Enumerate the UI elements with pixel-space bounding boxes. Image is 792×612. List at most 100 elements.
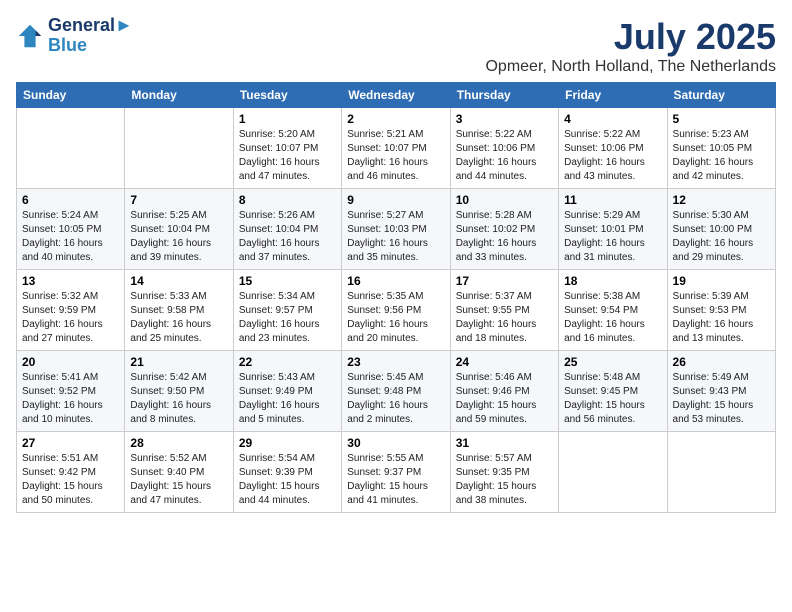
day-detail: Sunrise: 5:26 AM Sunset: 10:04 PM Daylig… xyxy=(239,209,336,265)
logo-text: General► Blue xyxy=(48,16,133,56)
weekday-tuesday: Tuesday xyxy=(233,83,341,108)
day-cell: 11 Sunrise: 5:29 AM Sunset: 10:01 PM Dayl… xyxy=(559,189,667,270)
day-number: 28 xyxy=(130,436,227,450)
day-number: 31 xyxy=(456,436,553,450)
week-row-2: 13Sunrise: 5:32 AM Sunset: 9:59 PM Dayli… xyxy=(17,270,776,351)
day-number: 2 xyxy=(347,112,444,126)
day-number: 26 xyxy=(673,355,770,369)
day-number: 30 xyxy=(347,436,444,450)
day-cell: 14Sunrise: 5:33 AM Sunset: 9:58 PM Dayli… xyxy=(125,270,233,351)
day-cell: 28 Sunrise: 5:52 AM Sunset: 9:40 PM Dayli… xyxy=(125,432,233,513)
day-detail: Sunrise: 5:28 AM Sunset: 10:02 PM Daylig… xyxy=(456,209,553,265)
calendar-body: 1 Sunrise: 5:20 AM Sunset: 10:07 PM Dayli… xyxy=(17,108,776,513)
day-cell: 9 Sunrise: 5:27 AM Sunset: 10:03 PM Dayli… xyxy=(342,189,450,270)
day-cell: 4 Sunrise: 5:22 AM Sunset: 10:06 PM Dayli… xyxy=(559,108,667,189)
week-row-4: 27 Sunrise: 5:51 AM Sunset: 9:42 PM Dayli… xyxy=(17,432,776,513)
day-number: 8 xyxy=(239,193,336,207)
day-number: 15 xyxy=(239,274,336,288)
day-cell: 24Sunrise: 5:46 AM Sunset: 9:46 PM Dayli… xyxy=(450,351,558,432)
day-cell: 10Sunrise: 5:28 AM Sunset: 10:02 PM Dayl… xyxy=(450,189,558,270)
day-number: 20 xyxy=(22,355,119,369)
weekday-thursday: Thursday xyxy=(450,83,558,108)
weekday-friday: Friday xyxy=(559,83,667,108)
weekday-monday: Monday xyxy=(125,83,233,108)
day-detail: Sunrise: 5:25 AM Sunset: 10:04 PM Daylig… xyxy=(130,209,227,265)
day-number: 25 xyxy=(564,355,661,369)
day-detail: Sunrise: 5:30 AM Sunset: 10:00 PM Daylig… xyxy=(673,209,770,265)
day-number: 12 xyxy=(673,193,770,207)
day-cell: 6 Sunrise: 5:24 AM Sunset: 10:05 PM Dayli… xyxy=(17,189,125,270)
day-detail: Sunrise: 5:20 AM Sunset: 10:07 PM Daylig… xyxy=(239,128,336,184)
day-detail: Sunrise: 5:27 AM Sunset: 10:03 PM Daylig… xyxy=(347,209,444,265)
day-detail: Sunrise: 5:55 AM Sunset: 9:37 PM Dayligh… xyxy=(347,452,444,508)
day-detail: Sunrise: 5:54 AM Sunset: 9:39 PM Dayligh… xyxy=(239,452,336,508)
day-cell xyxy=(125,108,233,189)
day-cell: 25Sunrise: 5:48 AM Sunset: 9:45 PM Dayli… xyxy=(559,351,667,432)
day-cell: 3 Sunrise: 5:22 AM Sunset: 10:06 PM Dayli… xyxy=(450,108,558,189)
day-number: 27 xyxy=(22,436,119,450)
day-cell: 12 Sunrise: 5:30 AM Sunset: 10:00 PM Dayl… xyxy=(667,189,775,270)
day-cell xyxy=(559,432,667,513)
day-detail: Sunrise: 5:49 AM Sunset: 9:43 PM Dayligh… xyxy=(673,371,770,427)
day-detail: Sunrise: 5:51 AM Sunset: 9:42 PM Dayligh… xyxy=(22,452,119,508)
day-cell xyxy=(667,432,775,513)
day-number: 21 xyxy=(130,355,227,369)
day-cell: 16Sunrise: 5:35 AM Sunset: 9:56 PM Dayli… xyxy=(342,270,450,351)
day-number: 4 xyxy=(564,112,661,126)
logo: General► Blue xyxy=(16,16,133,56)
day-cell: 31Sunrise: 5:57 AM Sunset: 9:35 PM Dayli… xyxy=(450,432,558,513)
header: General► Blue July 2025 Opmeer, North Ho… xyxy=(16,16,776,76)
day-number: 3 xyxy=(456,112,553,126)
day-detail: Sunrise: 5:37 AM Sunset: 9:55 PM Dayligh… xyxy=(456,290,553,346)
day-cell: 17Sunrise: 5:37 AM Sunset: 9:55 PM Dayli… xyxy=(450,270,558,351)
day-number: 19 xyxy=(673,274,770,288)
day-number: 22 xyxy=(239,355,336,369)
day-detail: Sunrise: 5:39 AM Sunset: 9:53 PM Dayligh… xyxy=(673,290,770,346)
day-number: 16 xyxy=(347,274,444,288)
day-cell: 5Sunrise: 5:23 AM Sunset: 10:05 PM Dayli… xyxy=(667,108,775,189)
weekday-wednesday: Wednesday xyxy=(342,83,450,108)
day-number: 13 xyxy=(22,274,119,288)
day-number: 11 xyxy=(564,193,661,207)
title-area: July 2025 Opmeer, North Holland, The Net… xyxy=(485,16,776,76)
day-detail: Sunrise: 5:52 AM Sunset: 9:40 PM Dayligh… xyxy=(130,452,227,508)
day-number: 9 xyxy=(347,193,444,207)
day-detail: Sunrise: 5:43 AM Sunset: 9:49 PM Dayligh… xyxy=(239,371,336,427)
day-cell: 20Sunrise: 5:41 AM Sunset: 9:52 PM Dayli… xyxy=(17,351,125,432)
calendar: SundayMondayTuesdayWednesdayThursdayFrid… xyxy=(16,82,776,513)
weekday-sunday: Sunday xyxy=(17,83,125,108)
day-cell: 30 Sunrise: 5:55 AM Sunset: 9:37 PM Dayli… xyxy=(342,432,450,513)
day-cell: 1 Sunrise: 5:20 AM Sunset: 10:07 PM Dayli… xyxy=(233,108,341,189)
day-cell: 7 Sunrise: 5:25 AM Sunset: 10:04 PM Dayli… xyxy=(125,189,233,270)
day-cell: 22 Sunrise: 5:43 AM Sunset: 9:49 PM Dayli… xyxy=(233,351,341,432)
day-detail: Sunrise: 5:21 AM Sunset: 10:07 PM Daylig… xyxy=(347,128,444,184)
week-row-3: 20Sunrise: 5:41 AM Sunset: 9:52 PM Dayli… xyxy=(17,351,776,432)
day-number: 6 xyxy=(22,193,119,207)
day-cell xyxy=(17,108,125,189)
day-detail: Sunrise: 5:29 AM Sunset: 10:01 PM Daylig… xyxy=(564,209,661,265)
day-detail: Sunrise: 5:45 AM Sunset: 9:48 PM Dayligh… xyxy=(347,371,444,427)
week-row-1: 6 Sunrise: 5:24 AM Sunset: 10:05 PM Dayli… xyxy=(17,189,776,270)
day-cell: 21 Sunrise: 5:42 AM Sunset: 9:50 PM Dayli… xyxy=(125,351,233,432)
day-number: 7 xyxy=(130,193,227,207)
day-cell: 19 Sunrise: 5:39 AM Sunset: 9:53 PM Dayli… xyxy=(667,270,775,351)
day-cell: 8 Sunrise: 5:26 AM Sunset: 10:04 PM Dayli… xyxy=(233,189,341,270)
day-number: 23 xyxy=(347,355,444,369)
day-detail: Sunrise: 5:34 AM Sunset: 9:57 PM Dayligh… xyxy=(239,290,336,346)
day-cell: 27 Sunrise: 5:51 AM Sunset: 9:42 PM Dayli… xyxy=(17,432,125,513)
day-cell: 18Sunrise: 5:38 AM Sunset: 9:54 PM Dayli… xyxy=(559,270,667,351)
day-number: 1 xyxy=(239,112,336,126)
weekday-header: SundayMondayTuesdayWednesdayThursdayFrid… xyxy=(17,83,776,108)
weekday-saturday: Saturday xyxy=(667,83,775,108)
day-number: 29 xyxy=(239,436,336,450)
day-detail: Sunrise: 5:22 AM Sunset: 10:06 PM Daylig… xyxy=(564,128,661,184)
day-cell: 23 Sunrise: 5:45 AM Sunset: 9:48 PM Dayli… xyxy=(342,351,450,432)
location-title: Opmeer, North Holland, The Netherlands xyxy=(485,58,776,76)
day-cell: 26 Sunrise: 5:49 AM Sunset: 9:43 PM Dayli… xyxy=(667,351,775,432)
day-detail: Sunrise: 5:22 AM Sunset: 10:06 PM Daylig… xyxy=(456,128,553,184)
day-detail: Sunrise: 5:42 AM Sunset: 9:50 PM Dayligh… xyxy=(130,371,227,427)
day-cell: 13Sunrise: 5:32 AM Sunset: 9:59 PM Dayli… xyxy=(17,270,125,351)
month-title: July 2025 xyxy=(485,16,776,58)
day-cell: 2 Sunrise: 5:21 AM Sunset: 10:07 PM Dayli… xyxy=(342,108,450,189)
day-detail: Sunrise: 5:24 AM Sunset: 10:05 PM Daylig… xyxy=(22,209,119,265)
